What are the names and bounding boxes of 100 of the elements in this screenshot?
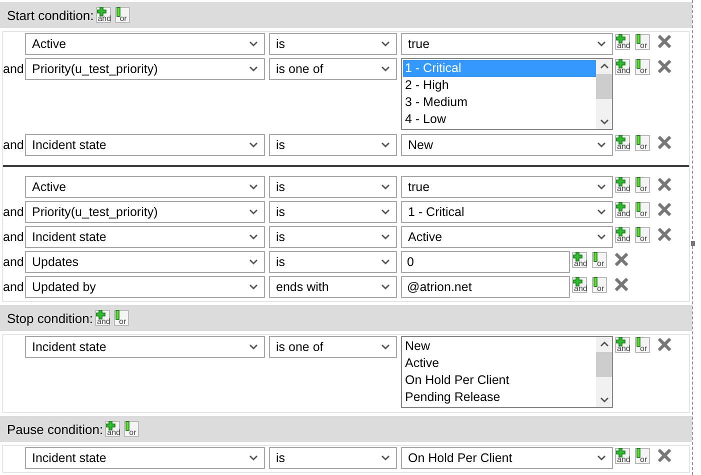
dropdown[interactable]: Active (25, 176, 265, 198)
or-button[interactable]: or (635, 135, 650, 151)
section-title: Pause condition: (7, 422, 104, 436)
and-button[interactable]: and (96, 7, 111, 23)
dropdown[interactable]: Priority(u_test_priority) (25, 201, 265, 223)
and-button[interactable]: and (615, 135, 630, 151)
caret-icon (597, 184, 606, 190)
dropdown[interactable]: is (269, 33, 397, 55)
dropdown[interactable]: is (269, 226, 397, 248)
dropdown[interactable]: is one of (269, 336, 397, 358)
or-button[interactable]: or (635, 227, 650, 243)
or-button[interactable]: or (114, 7, 130, 23)
dropdown[interactable]: ends with (269, 276, 397, 298)
dropdown[interactable]: is (269, 201, 397, 223)
delete-icon[interactable] (615, 278, 628, 291)
dropdown[interactable]: New (401, 134, 613, 156)
and-label: and (3, 204, 25, 219)
and-button[interactable]: and (615, 177, 630, 193)
list-option[interactable]: 2 - High (403, 77, 596, 94)
or-button[interactable]: or (635, 202, 650, 218)
caret-icon (600, 63, 608, 69)
caret-icon (381, 66, 390, 72)
list-option[interactable]: Pending Release (403, 389, 596, 406)
delete-icon[interactable] (658, 178, 671, 191)
plus-icon (616, 34, 626, 44)
caret-icon (249, 234, 258, 240)
or-button[interactable]: or (635, 177, 650, 193)
dropdown[interactable]: is (269, 251, 397, 273)
or-button[interactable]: or (114, 310, 130, 326)
delete-icon[interactable] (658, 228, 671, 241)
dropdown[interactable]: Updates (25, 251, 265, 273)
plus-icon (616, 202, 626, 212)
delete-icon[interactable] (658, 35, 671, 48)
dropdown[interactable]: Incident state (25, 336, 265, 358)
and-button[interactable]: and (572, 252, 587, 268)
dropdown[interactable]: is one of (269, 58, 397, 80)
and-button[interactable]: and (95, 310, 110, 326)
plus-icon (106, 421, 116, 431)
or-button[interactable]: or (635, 59, 650, 75)
list-option[interactable]: 3 - Medium (403, 94, 596, 111)
scroll-bar[interactable] (596, 337, 612, 407)
delete-icon[interactable] (615, 253, 628, 266)
caret-icon (597, 455, 606, 461)
or-button[interactable]: or (592, 252, 607, 268)
caret-icon (381, 344, 390, 350)
delete-icon[interactable] (658, 449, 671, 462)
and-button[interactable]: and (105, 421, 120, 437)
section-title: Start condition: (7, 8, 94, 22)
dropdown[interactable]: is (269, 447, 397, 469)
dropdown[interactable]: true (401, 33, 613, 55)
dropdown[interactable]: Incident state (25, 447, 265, 469)
list-option[interactable]: New (403, 338, 596, 355)
list-option[interactable]: 4 - Low (403, 111, 596, 128)
caret-icon (381, 234, 390, 240)
plus-icon (616, 337, 626, 347)
dropdown[interactable]: Updated by (25, 276, 265, 298)
scroll-bar[interactable] (596, 59, 612, 129)
and-button[interactable]: and (615, 227, 630, 243)
or-button[interactable]: or (592, 277, 607, 293)
or-button[interactable]: or (124, 421, 140, 437)
and-button[interactable]: and (615, 59, 630, 75)
dropdown[interactable]: is (269, 134, 397, 156)
or-button[interactable]: or (635, 448, 650, 464)
delete-icon[interactable] (658, 136, 671, 149)
input-field[interactable]: 0 (401, 251, 570, 273)
dropdown[interactable]: Active (25, 33, 265, 55)
and-label: and (3, 61, 25, 76)
and-label: and (3, 137, 25, 152)
resize-handle[interactable] (691, 241, 695, 246)
dropdown[interactable]: On Hold Per Client (401, 447, 613, 469)
or-button[interactable]: or (635, 337, 650, 353)
list-box[interactable]: New Active On Hold Per Client Pending Release (401, 336, 613, 408)
caret-icon (597, 234, 606, 240)
dropdown[interactable]: Priority(u_test_priority) (25, 58, 265, 80)
and-button[interactable]: and (572, 277, 587, 293)
caret-icon (600, 341, 608, 347)
dropdown[interactable]: 1 - Critical (401, 201, 613, 223)
delete-icon[interactable] (658, 338, 671, 351)
dropdown[interactable]: Incident state (25, 134, 265, 156)
caret-icon (249, 259, 258, 265)
caret-icon (597, 209, 606, 215)
dropdown[interactable]: Incident state (25, 226, 265, 248)
and-button[interactable]: and (615, 337, 630, 353)
plus-icon (616, 227, 626, 237)
and-button[interactable]: and (615, 448, 630, 464)
and-button[interactable]: and (615, 202, 630, 218)
dropdown[interactable]: Active (401, 226, 613, 248)
dropdown[interactable]: true (401, 176, 613, 198)
list-option[interactable]: On Hold Per Client (403, 372, 596, 389)
list-box[interactable]: 1 - Critical 2 - High 3 - Medium 4 - Low (401, 58, 613, 130)
dropdown[interactable]: is (269, 176, 397, 198)
list-option[interactable]: Active (403, 355, 596, 372)
plus-icon (573, 252, 583, 262)
delete-icon[interactable] (658, 60, 671, 73)
caret-icon (249, 209, 258, 215)
and-button[interactable]: and (615, 34, 630, 50)
or-button[interactable]: or (635, 34, 650, 50)
delete-icon[interactable] (658, 203, 671, 216)
input-field[interactable]: @atrion.net (401, 276, 570, 298)
caret-icon (249, 284, 258, 290)
